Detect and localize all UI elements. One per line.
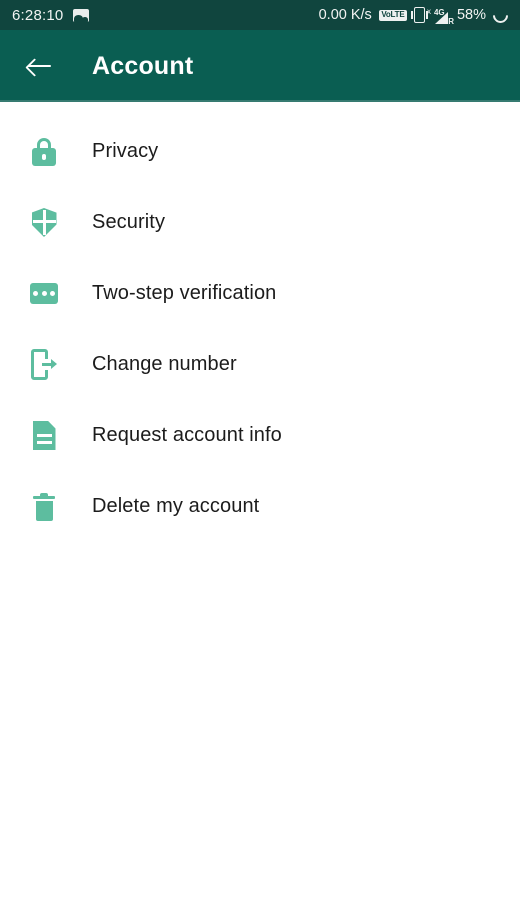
signal-nosim-marker: x [426, 6, 431, 16]
lock-icon [24, 132, 64, 172]
vibrate-icon [410, 7, 428, 23]
trash-icon [24, 487, 64, 527]
roaming-label: R [448, 16, 454, 26]
shield-icon [24, 203, 64, 243]
battery-percentage: 58% [456, 6, 486, 23]
list-item-label: Change number [92, 353, 237, 375]
app-bar: Account [0, 30, 520, 102]
page-title: Account [92, 51, 194, 80]
list-item-label: Two-step verification [92, 282, 277, 304]
network-speed-text: 0.00 K/s [318, 6, 372, 23]
list-item-request-account-info[interactable]: Request account info [0, 400, 520, 471]
list-item-label: Delete my account [92, 495, 260, 517]
list-item-two-step-verification[interactable]: Two-step verification [0, 258, 520, 329]
list-item-delete-my-account[interactable]: Delete my account [0, 471, 520, 542]
gallery-icon [73, 8, 90, 22]
list-item-label: Security [92, 211, 166, 233]
list-item-change-number[interactable]: Change number [0, 329, 520, 400]
signal-tech-label: 4G [433, 7, 445, 17]
status-bar-right: 0.00 K/s VoLTE x 4G R 58% [318, 4, 512, 26]
list-item-label: Privacy [92, 140, 159, 162]
dots-card-icon [24, 274, 64, 314]
back-button[interactable] [22, 48, 58, 84]
status-bar: 6:28:10 0.00 K/s VoLTE x 4G R 58% [0, 0, 520, 30]
app-screen: 6:28:10 0.00 K/s VoLTE x 4G R 58% Accoun… [0, 0, 520, 924]
status-bar-left: 6:28:10 [12, 6, 90, 24]
settings-list: Privacy Security Two-step verification C… [0, 102, 520, 924]
list-item-privacy[interactable]: Privacy [0, 116, 520, 187]
list-item-security[interactable]: Security [0, 187, 520, 258]
back-arrow-icon [28, 57, 52, 75]
sync-icon [489, 4, 512, 26]
signal-strength-icon: x 4G R [427, 7, 454, 25]
volte-icon: VoLTE [378, 9, 407, 21]
list-item-label: Request account info [92, 424, 282, 446]
document-icon [24, 416, 64, 456]
phone-exit-icon [24, 345, 64, 385]
status-clock: 6:28:10 [12, 6, 64, 24]
signal-bars: 4G R [433, 7, 454, 25]
